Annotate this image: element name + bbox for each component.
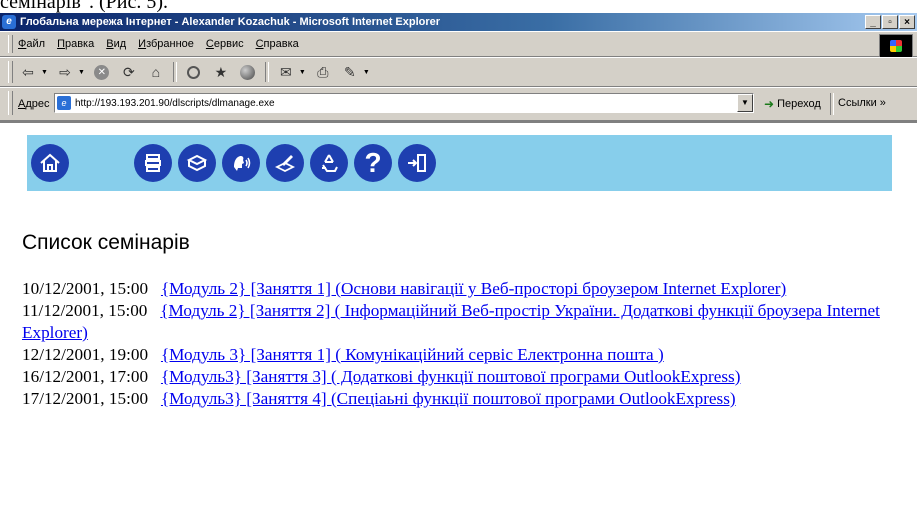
seminar-link[interactable]: {Модуль 2} [Заняття 1] (Основи навігації… <box>161 279 786 298</box>
forward-dropdown-icon[interactable]: ▼ <box>78 69 85 76</box>
search-icon <box>187 65 201 79</box>
seminar-date: 17/12/2001, 15:00 <box>22 389 149 408</box>
links-separator <box>830 93 834 115</box>
ie-logo-icon: e <box>2 15 16 29</box>
home-glyph <box>40 153 60 172</box>
back-dropdown-icon[interactable]: ▼ <box>41 69 48 76</box>
address-field[interactable]: e http://193.193.201.90/dlscripts/dlmana… <box>54 93 754 113</box>
books-icon[interactable] <box>178 144 216 182</box>
books-glyph <box>186 154 208 172</box>
mail-dropdown-icon[interactable]: ▼ <box>299 69 306 76</box>
toolbar-separator <box>264 62 269 82</box>
address-label: Адрес <box>18 98 50 110</box>
forward-arrow-icon[interactable]: ⇨ <box>55 62 75 82</box>
maximize-button[interactable]: ▫ <box>882 15 898 29</box>
seminar-link[interactable]: {Модуль 2} [Заняття 2] ( Інформаційний В… <box>22 301 880 342</box>
home-toolbar-icon[interactable]: ⌂ <box>146 62 166 82</box>
window-controls: _ ▫ × <box>865 15 915 29</box>
toolbar-grip[interactable] <box>8 61 13 83</box>
seminar-link[interactable]: {Модуль 3} [Заняття 1] ( Комунікаційний … <box>161 345 664 364</box>
menu-items: Файл Правка Вид Избранное Сервис Справка <box>18 38 299 50</box>
window-title-bar[interactable]: e Глобальна мережа Інтернет - Alexander … <box>0 13 917 31</box>
help-icon[interactable]: ? <box>354 144 392 182</box>
seminar-date: 11/12/2001, 15:00 <box>22 301 148 320</box>
talk-icon[interactable] <box>222 144 260 182</box>
library-glyph <box>145 154 161 172</box>
browser-chrome: Файл Правка Вид Избранное Сервис Справка… <box>0 31 917 121</box>
home-icon[interactable] <box>31 144 69 182</box>
exit-glyph <box>408 154 426 172</box>
seminar-date: 16/12/2001, 17:00 <box>22 367 149 386</box>
site-nav-strip: ? <box>27 135 892 191</box>
toolbar-separator <box>172 62 177 82</box>
seminar-link[interactable]: {Модуль3} [Заняття 3] ( Додаткові функці… <box>161 367 741 386</box>
back-arrow-icon[interactable]: ⇦ <box>18 62 38 82</box>
addressbar-grip[interactable] <box>8 91 13 115</box>
menu-view[interactable]: Вид <box>106 38 126 50</box>
exit-icon[interactable] <box>398 144 436 182</box>
history-button[interactable] <box>238 62 258 82</box>
go-arrow-icon: ➜ <box>764 97 775 111</box>
seminar-date: 10/12/2001, 15:00 <box>22 279 149 298</box>
edit-dropdown-icon[interactable]: ▼ <box>363 69 370 76</box>
history-icon <box>240 64 256 80</box>
window-title: Глобальна мережа Інтернет - Alexander Ko… <box>20 16 441 28</box>
recycle-glyph <box>322 154 338 172</box>
go-button[interactable]: ➜ Переход <box>764 97 821 111</box>
favorites-icon[interactable]: ★ <box>211 62 231 82</box>
seminar-link[interactable]: {Модуль3} [Заняття 4] (Спеціаьні функції… <box>161 389 736 408</box>
seminar-list: 10/12/2001, 15:00 {Модуль 2} [Заняття 1]… <box>22 278 902 410</box>
list-item: 10/12/2001, 15:00 {Модуль 2} [Заняття 1]… <box>22 278 902 300</box>
print-icon[interactable]: ⎙ <box>313 62 333 82</box>
menu-file[interactable]: Файл <box>18 38 45 50</box>
list-item: 12/12/2001, 19:00 {Модуль 3} [Заняття 1]… <box>22 344 902 366</box>
seminar-date: 12/12/2001, 19:00 <box>22 345 149 364</box>
menubar-grip[interactable] <box>8 35 13 53</box>
menu-bar: Файл Правка Вид Избранное Сервис Справка <box>0 31 917 58</box>
write-glyph <box>274 155 296 173</box>
talk-glyph <box>234 156 251 171</box>
stop-button[interactable]: ✕ <box>92 62 112 82</box>
list-item: 17/12/2001, 15:00 {Модуль3} [Заняття 4] … <box>22 388 902 410</box>
search-button[interactable] <box>184 62 204 82</box>
page-title: Список семінарів <box>22 231 190 254</box>
mail-icon[interactable]: ✉ <box>276 62 296 82</box>
windows-logo-icon <box>890 40 902 52</box>
page-content: ? Список семінарів 10/12/2001, 15:00 {Мо… <box>2 123 917 530</box>
menu-edit[interactable]: Правка <box>57 38 94 50</box>
menu-favorites[interactable]: Избранное <box>138 38 194 50</box>
toolbar-buttons: ⇦ ▼ ⇨ ▼ ✕ ⟳ ⌂ ★ ✉ ▼ ⎙ ✎ ▼ <box>18 62 370 82</box>
address-dropdown-icon[interactable]: ▼ <box>737 94 753 112</box>
links-button[interactable]: Ссылки » <box>838 97 886 109</box>
write-icon[interactable] <box>266 144 304 182</box>
go-label: Переход <box>777 98 821 110</box>
recycle-icon[interactable] <box>310 144 348 182</box>
address-bar: Адрес e http://193.193.201.90/dlscripts/… <box>0 87 917 121</box>
document-caption: семінарів". (Рис. 5). <box>0 0 168 13</box>
address-url[interactable]: http://193.193.201.90/dlscripts/dlmanage… <box>75 98 737 109</box>
page-icon: e <box>57 96 71 110</box>
refresh-icon[interactable]: ⟳ <box>119 62 139 82</box>
standard-toolbar: ⇦ ▼ ⇨ ▼ ✕ ⟳ ⌂ ★ ✉ ▼ ⎙ ✎ ▼ <box>0 57 917 87</box>
library-icon[interactable] <box>134 144 172 182</box>
minimize-button[interactable]: _ <box>865 15 881 29</box>
windows-throbber <box>879 34 913 58</box>
list-item: 16/12/2001, 17:00 {Модуль3} [Заняття 3] … <box>22 366 902 388</box>
edit-icon[interactable]: ✎ <box>340 62 360 82</box>
stop-icon: ✕ <box>94 64 110 80</box>
menu-help[interactable]: Справка <box>256 38 299 50</box>
close-button[interactable]: × <box>899 15 915 29</box>
menu-tools[interactable]: Сервис <box>206 38 244 50</box>
list-item: 11/12/2001, 15:00 {Модуль 2} [Заняття 2]… <box>22 300 902 344</box>
